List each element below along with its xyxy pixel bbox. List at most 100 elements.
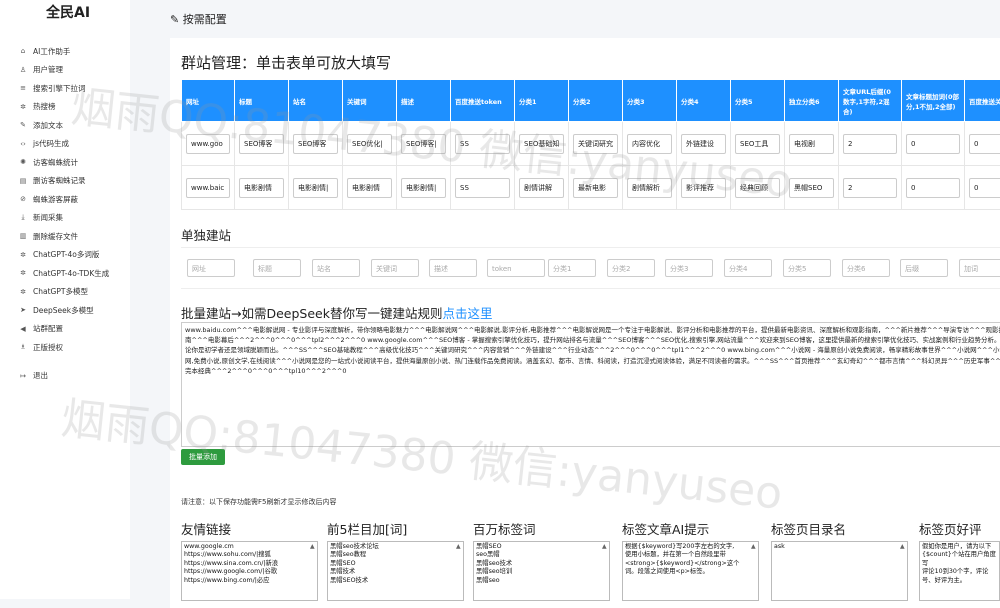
single-field[interactable]: 加词 bbox=[959, 259, 1000, 277]
sidebar-item[interactable]: ♗正版授权 bbox=[0, 338, 130, 357]
cell-input[interactable]: SS bbox=[455, 134, 510, 154]
box-textarea[interactable]: www.google.cmhttps://www.sohu.com/|搜狐htt… bbox=[181, 541, 318, 601]
cell-input[interactable]: 0 bbox=[906, 134, 960, 154]
scroll-up-icon[interactable]: ▲ bbox=[751, 543, 757, 551]
scroll-up-icon[interactable]: ▲ bbox=[310, 543, 316, 551]
cell-input[interactable]: 最新电影 bbox=[573, 178, 618, 198]
box-textarea[interactable]: 黑帽seo技术论坛黑帽seo教程黑帽SEO黑帽技术黑帽SEO技术▲ bbox=[327, 541, 464, 601]
cell-input[interactable]: 内容优化 bbox=[627, 134, 672, 154]
cell-input[interactable]: SEO博客 bbox=[293, 134, 338, 154]
sidebar-item[interactable]: ✲ChatGPT-4o多词版 bbox=[0, 246, 130, 265]
single-field[interactable]: 分类3 bbox=[665, 259, 713, 277]
single-field[interactable]: 描述 bbox=[429, 259, 477, 277]
bulk-textarea[interactable]: www.baidu.com^^^电影解说网 - 专业影评与深度解析，带你领略电影… bbox=[181, 322, 1000, 447]
box-textarea[interactable]: 黑帽SEOseo黑帽黑帽seo技术黑帽seo培训黑帽seo▲ bbox=[473, 541, 610, 601]
cell-input[interactable]: SEO优化| bbox=[347, 134, 392, 154]
cell-input[interactable]: 剧情讲解 bbox=[519, 178, 564, 198]
sidebar-item[interactable]: ‹›js代码生成 bbox=[0, 135, 130, 154]
table-cell: 黑帽SEO bbox=[785, 166, 839, 210]
cell-input[interactable]: 电影剧情| bbox=[401, 178, 446, 198]
code-icon: ‹› bbox=[18, 140, 28, 148]
cell-input[interactable]: 电影剧情 bbox=[239, 178, 284, 198]
sidebar-item-label: ChatGPT-4o-TDK生成 bbox=[33, 268, 109, 279]
box-title: 标签文章AI提示 bbox=[622, 519, 709, 538]
box-textarea[interactable]: 根据{$keyword}写200字左右的文字,使用小标题，并在第一个自然段里带<… bbox=[622, 541, 759, 601]
deepseek-link[interactable]: 点击这里 bbox=[442, 306, 492, 321]
sidebar-item[interactable]: ✲热搜榜 bbox=[0, 98, 130, 117]
cell-input[interactable]: www.goo bbox=[186, 134, 230, 154]
sidebar-item[interactable]: ➤DeepSeek多模型 bbox=[0, 301, 130, 320]
cell-input[interactable]: 0 bbox=[906, 178, 960, 198]
sidebar-item[interactable]: ⊘蜘蛛游客屏蔽 bbox=[0, 190, 130, 209]
scroll-up-icon[interactable]: ▲ bbox=[602, 543, 608, 551]
single-field[interactable]: 后缀 bbox=[900, 259, 948, 277]
cell-input[interactable]: SS bbox=[455, 178, 510, 198]
single-field[interactable]: 标题 bbox=[253, 259, 301, 277]
cell-input[interactable]: 外链建设 bbox=[681, 134, 726, 154]
logout-button[interactable]: ↦退出 bbox=[0, 367, 130, 386]
cell-input[interactable]: 剧情解析 bbox=[627, 178, 672, 198]
cell-input[interactable]: 2 bbox=[843, 178, 897, 198]
sidebar-item[interactable]: ▤删访客蜘蛛记录 bbox=[0, 172, 130, 191]
scroll-up-icon[interactable]: ▲ bbox=[900, 543, 906, 551]
cell-input[interactable]: 电视剧 bbox=[789, 134, 834, 154]
single-field[interactable]: token bbox=[487, 259, 545, 277]
box-textarea[interactable]: ask▲ bbox=[771, 541, 908, 601]
column-header: 网址 bbox=[182, 80, 235, 122]
sidebar-item[interactable]: ♙用户管理 bbox=[0, 61, 130, 80]
sidebar-item[interactable]: ⤓新闻采集 bbox=[0, 209, 130, 228]
sidebar-item[interactable]: ✲ChatGPT多模型 bbox=[0, 283, 130, 302]
table-cell: 影评推荐 bbox=[677, 166, 731, 210]
edit-icon: ✎ bbox=[18, 121, 28, 129]
column-header: 站名 bbox=[289, 80, 343, 122]
sidebar-item[interactable]: ✎添加文本 bbox=[0, 116, 130, 135]
single-field[interactable]: 分类2 bbox=[607, 259, 655, 277]
cell-input[interactable]: 电影剧情| bbox=[293, 178, 338, 198]
cell-input[interactable]: www.baic bbox=[186, 178, 230, 198]
single-field[interactable]: 分类5 bbox=[783, 259, 831, 277]
sidebar-item[interactable]: ⌂AI工作助手 bbox=[0, 42, 130, 61]
single-field[interactable]: 分类6 bbox=[842, 259, 890, 277]
table-cell: SEO优化| bbox=[343, 122, 397, 166]
table-cell: SS bbox=[451, 122, 515, 166]
cell-input[interactable]: SEO博客| bbox=[401, 134, 446, 154]
fire-icon: ✲ bbox=[18, 103, 28, 111]
cell-input[interactable]: SEO基础知 bbox=[519, 134, 564, 154]
cell-input[interactable]: 电影剧情 bbox=[347, 178, 392, 198]
certificate-icon: ♗ bbox=[18, 343, 28, 351]
bulk-add-button[interactable]: 批量添加 bbox=[181, 449, 225, 465]
sidebar-item-label: 用户管理 bbox=[33, 64, 63, 75]
sidebar-item[interactable]: ✺访客蜘蛛统计 bbox=[0, 153, 130, 172]
single-field[interactable]: 分类1 bbox=[548, 259, 596, 277]
sidebar-item-label: AI工作助手 bbox=[33, 46, 70, 57]
box-textarea[interactable]: 假如你是用户，请为以下{$count}个站在用户角度写评论10到30个字，评论号… bbox=[919, 541, 1000, 601]
wrench-icon: ✎ bbox=[170, 13, 179, 26]
sidebar-item[interactable]: ≡搜索引擎下拉词 bbox=[0, 79, 130, 98]
single-field[interactable]: 分类4 bbox=[724, 259, 772, 277]
box-line: ask bbox=[774, 543, 905, 551]
sidebar-item[interactable]: ◀站群配置 bbox=[0, 320, 130, 339]
table-cell: 关键词研究 bbox=[569, 122, 623, 166]
cell-input[interactable]: 2 bbox=[843, 134, 897, 154]
box-line: 黑帽seo教程 bbox=[330, 551, 461, 559]
gear-icon: ✲ bbox=[18, 251, 28, 259]
cell-input[interactable]: 影评推荐 bbox=[681, 178, 726, 198]
cell-input[interactable]: 0 bbox=[969, 134, 1000, 154]
single-field[interactable]: 关键词 bbox=[371, 259, 419, 277]
sidebar-item[interactable]: ✲ChatGPT-4o-TDK生成 bbox=[0, 264, 130, 283]
cell-input[interactable]: SEO博客 bbox=[239, 134, 284, 154]
column-header: 分类1 bbox=[515, 80, 569, 122]
single-field[interactable]: 站名 bbox=[312, 259, 360, 277]
scroll-up-icon[interactable]: ▲ bbox=[456, 543, 462, 551]
brand-logo: 全民AI bbox=[46, 2, 90, 22]
table-cell: 0 bbox=[902, 166, 965, 210]
cell-input[interactable]: 经典回顾 bbox=[735, 178, 780, 198]
cell-input[interactable]: 关键词研究 bbox=[573, 134, 618, 154]
cell-input[interactable]: 0 bbox=[969, 178, 1000, 198]
cell-input[interactable]: SEO工具 bbox=[735, 134, 780, 154]
single-field[interactable]: 网址 bbox=[187, 259, 235, 277]
sidebar-item[interactable]: ▥删除缓存文件 bbox=[0, 227, 130, 246]
box-title: 标签页好评 bbox=[919, 519, 982, 538]
cell-input[interactable]: 黑帽SEO bbox=[789, 178, 834, 198]
box-title: 前5栏目加[词] bbox=[327, 519, 407, 538]
